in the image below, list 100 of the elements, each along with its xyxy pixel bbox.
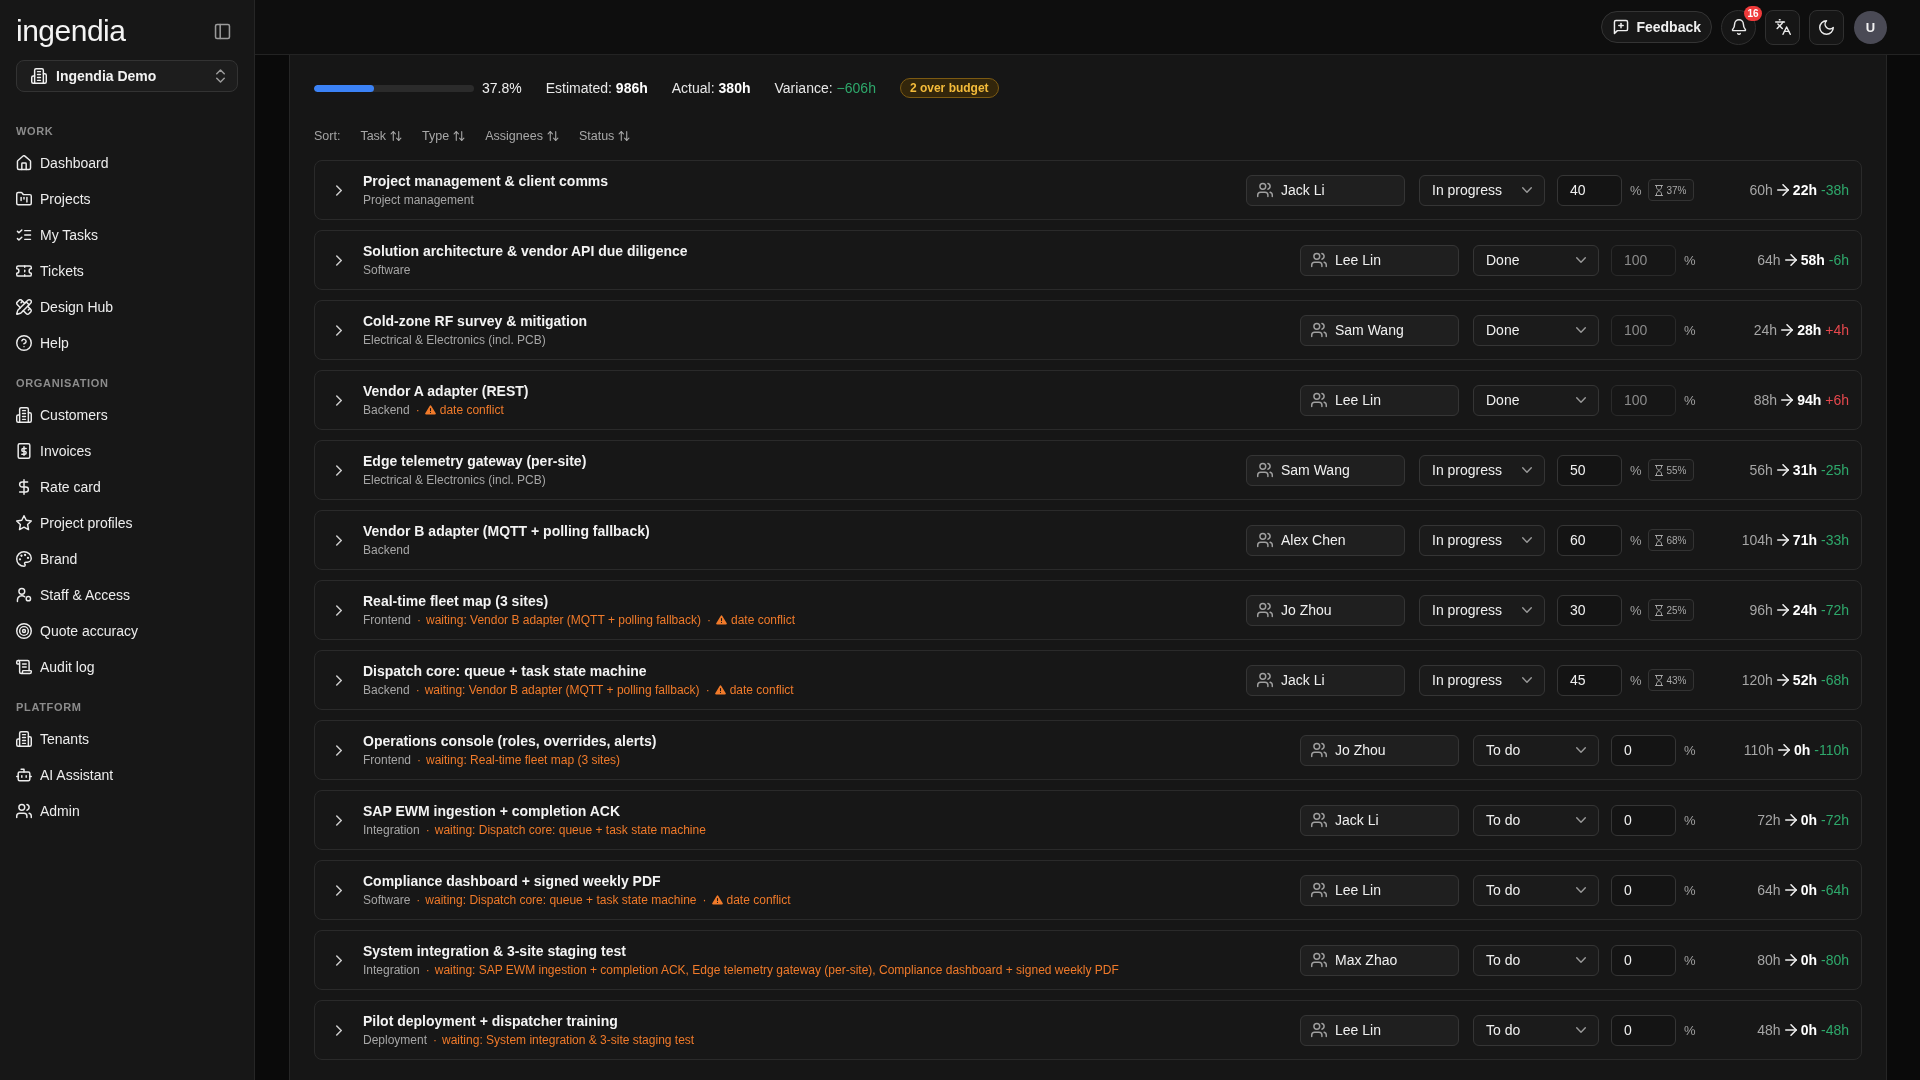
chevron-right-icon: [336, 534, 342, 546]
chevron-down-icon: [1576, 327, 1586, 333]
dollar-icon: [16, 479, 32, 495]
assignee-field[interactable]: Sam Wang: [1246, 454, 1405, 486]
nav-item[interactable]: Invoices: [8, 433, 246, 469]
status-select[interactable]: To do: [1473, 944, 1599, 976]
task-type: Integration: [363, 962, 420, 978]
assignee-field[interactable]: Lee Lin: [1300, 244, 1459, 276]
nav-item[interactable]: Customers: [8, 397, 246, 433]
percent-unit: %: [1630, 602, 1640, 618]
nav-item[interactable]: My Tasks: [8, 217, 246, 253]
warning-icon: [424, 405, 436, 415]
sort-button[interactable]: Assignees: [485, 129, 559, 143]
status-select[interactable]: In progress: [1419, 594, 1545, 626]
status-select[interactable]: To do: [1473, 734, 1599, 766]
over-budget-badge: 2 over budget: [899, 78, 999, 98]
section-label: ORGANISATION: [15, 376, 110, 391]
status-select[interactable]: To do: [1473, 804, 1599, 836]
status-select[interactable]: In progress: [1419, 454, 1545, 486]
nav-item[interactable]: Rate card: [8, 469, 246, 505]
sidebar-toggle-button[interactable]: [212, 21, 232, 41]
sort-button[interactable]: Status: [578, 129, 631, 143]
task-title: Project management & client comms: [363, 172, 609, 190]
arrow-right-icon: [1784, 254, 1797, 266]
hours-variance: -33h: [1820, 532, 1849, 548]
chevron-down-icon: [1576, 397, 1586, 403]
language-button[interactable]: [1765, 9, 1800, 45]
sort-icon: [390, 130, 403, 142]
assignee-field[interactable]: Jack Li: [1300, 804, 1459, 836]
status-select[interactable]: Done: [1473, 314, 1599, 346]
nav-item[interactable]: Project profiles: [8, 505, 246, 541]
chevron-right-icon: [336, 254, 342, 266]
status-select[interactable]: To do: [1473, 1014, 1599, 1046]
user-avatar[interactable]: U: [1854, 10, 1887, 44]
person-icon: [16, 587, 32, 603]
percent-input[interactable]: 0: [1611, 804, 1676, 836]
status-select[interactable]: Done: [1473, 244, 1599, 276]
waiting-note: waiting: Dispatch core: queue + task state machine: [434, 822, 706, 838]
feedback-button[interactable]: Feedback: [1601, 11, 1712, 43]
assignee-field[interactable]: Jo Zhou: [1300, 734, 1459, 766]
percent-input[interactable]: 100: [1611, 244, 1676, 276]
task-type: Electrical & Electronics (incl. PCB): [363, 472, 546, 488]
hours-variance: -80h: [1820, 952, 1849, 968]
status-select[interactable]: In progress: [1419, 524, 1545, 556]
nav-item[interactable]: Design Hub: [8, 289, 246, 325]
nav-item[interactable]: Quote accuracy: [8, 613, 246, 649]
percent-input[interactable]: 60: [1557, 524, 1622, 556]
nav-item[interactable]: Staff & Access: [8, 577, 246, 613]
assignee-field[interactable]: Jo Zhou: [1246, 594, 1405, 626]
status-select[interactable]: Done: [1473, 384, 1599, 416]
theme-toggle-button[interactable]: [1809, 9, 1844, 45]
nav-item[interactable]: Admin: [8, 793, 246, 829]
nav-item[interactable]: Projects: [8, 181, 246, 217]
users-icon: [16, 803, 32, 819]
percent-input[interactable]: 50: [1557, 454, 1622, 486]
nav-item[interactable]: AI Assistant: [8, 757, 246, 793]
separator-dot: ·: [425, 822, 430, 838]
nav-item[interactable]: Dashboard: [8, 145, 246, 181]
nav-item[interactable]: Audit log: [8, 649, 246, 685]
nav-item[interactable]: Tickets: [8, 253, 246, 289]
percent-input[interactable]: 0: [1611, 944, 1676, 976]
percent-input[interactable]: 0: [1611, 874, 1676, 906]
percent-input[interactable]: 30: [1557, 594, 1622, 626]
percent-input[interactable]: 100: [1611, 384, 1676, 416]
assignee-field[interactable]: Lee Lin: [1300, 384, 1459, 416]
percent-input[interactable]: 0: [1611, 1014, 1676, 1046]
percent-input[interactable]: 100: [1611, 314, 1676, 346]
status-select[interactable]: In progress: [1419, 664, 1545, 696]
status-select[interactable]: In progress: [1419, 174, 1545, 206]
chevron-down-icon: [1522, 607, 1532, 613]
assignee-field[interactable]: Jack Li: [1246, 174, 1405, 206]
nav-item[interactable]: Tenants: [8, 721, 246, 757]
assignee-field[interactable]: Jack Li: [1246, 664, 1405, 696]
estimated-hours: 56h: [1749, 462, 1773, 478]
progress-percent: 37.8%: [482, 80, 522, 96]
task-title: Solution architecture & vendor API due diligence: [363, 242, 688, 260]
bell-icon: [1730, 19, 1747, 35]
sort-icon: [453, 130, 466, 142]
robot-icon: [16, 767, 32, 783]
nav-item[interactable]: Help: [8, 325, 246, 361]
sort-button[interactable]: Type: [422, 129, 466, 143]
percent-input[interactable]: 40: [1557, 174, 1622, 206]
separator-dot: ·: [705, 682, 710, 698]
nav-item[interactable]: Brand: [8, 541, 246, 577]
percent-input[interactable]: 0: [1611, 734, 1676, 766]
hours-variance: -6h: [1828, 252, 1849, 268]
assignee-field[interactable]: Lee Lin: [1300, 874, 1459, 906]
chevron-down-icon: [1522, 677, 1532, 683]
stat-value: 380h: [718, 80, 751, 96]
status-select[interactable]: To do: [1473, 874, 1599, 906]
estimated-hours: 88h: [1753, 392, 1778, 408]
assignee-field[interactable]: Sam Wang: [1300, 314, 1459, 346]
assignee-field[interactable]: Lee Lin: [1300, 1014, 1459, 1046]
percent-input[interactable]: 45: [1557, 664, 1622, 696]
assignee-field[interactable]: Max Zhao: [1300, 944, 1459, 976]
sort-button[interactable]: Task: [360, 129, 403, 143]
workspace-selector[interactable]: Ingendia Demo: [16, 60, 238, 92]
hours-variance: -25h: [1820, 462, 1849, 478]
date-conflict-text: date conflict: [439, 402, 504, 418]
assignee-field[interactable]: Alex Chen: [1246, 524, 1405, 556]
